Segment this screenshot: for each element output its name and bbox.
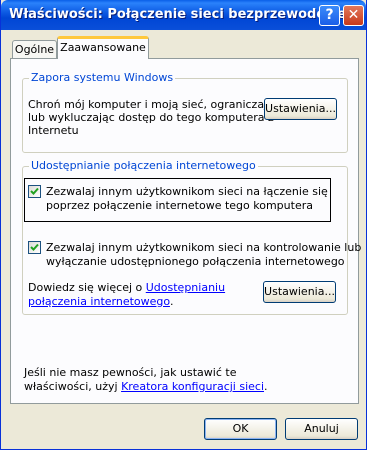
firewall-description-line-2: lub wykluczając dostęp do tego komputera…	[28, 111, 274, 124]
footer-line-2: właściwości, użyj Kreatora konfiguracji …	[24, 380, 268, 393]
cancel-button[interactable]: Anuluj	[285, 418, 358, 440]
firewall-group: Zapora systemu Windows Chroń mój kompute…	[22, 71, 348, 153]
learn-more-line-2: połączenia internetowego.	[28, 295, 173, 308]
firewall-description-line-1: Chroń mój komputer i moją sieć, ogranicz…	[28, 98, 280, 111]
allow-connect-checkbox[interactable]	[28, 185, 41, 198]
ok-button[interactable]: OK	[204, 418, 277, 440]
window-title: Właściwości: Połączenie sieci bezprzewod…	[9, 7, 351, 22]
learn-more-prefix: Dowiedz się więcej o	[28, 281, 146, 294]
tab-general[interactable]: Ogólne	[12, 40, 57, 58]
close-button[interactable]: ✕	[343, 5, 364, 26]
ics-help-link-cont[interactable]: połączenia internetowego	[28, 295, 170, 308]
allow-control-checkbox[interactable]	[28, 241, 41, 254]
properties-dialog: Właściwości: Połączenie sieci bezprzewod…	[0, 0, 367, 450]
footer-prefix: właściwości, użyj	[24, 380, 122, 393]
checkmark-icon	[30, 187, 39, 195]
network-wizard-link[interactable]: Kreatora konfiguracji sieci	[121, 380, 264, 393]
allow-control-label-line-2[interactable]: wyłączanie udostępnionego połączenia int…	[46, 255, 345, 268]
ics-settings-button[interactable]: Ustawienia...	[263, 281, 336, 303]
ics-help-link[interactable]: Udostępnianiu	[146, 281, 225, 294]
learn-more-suffix: .	[169, 295, 174, 308]
checkmark-icon	[30, 243, 39, 251]
tab-panel-advanced: Zapora systemu Windows Chroń mój kompute…	[10, 58, 361, 404]
help-button[interactable]: ?	[319, 5, 340, 26]
allow-connect-label-line-2[interactable]: poprzez połączenie internetowe tego komp…	[46, 199, 313, 212]
firewall-group-label: Zapora systemu Windows	[29, 71, 176, 84]
ics-group: Udostępnianie połączenia internetowego Z…	[22, 159, 361, 315]
footer-line-1: Jeśli nie masz pewności, jak ustawić te	[24, 366, 237, 379]
learn-more-line-1: Dowiedz się więcej o Udostępnianiu	[28, 281, 225, 294]
allow-connect-label-line-1[interactable]: Zezwalaj innym użytkownikom sieci na łąc…	[46, 185, 328, 198]
firewall-description-line-3: Internetu	[28, 124, 79, 137]
tab-advanced[interactable]: Zaawansowane	[57, 36, 149, 59]
allow-control-label-line-1[interactable]: Zezwalaj innym użytkownikom sieci na kon…	[46, 241, 361, 254]
title-bar[interactable]: Właściwości: Połączenie sieci bezprzewod…	[1, 0, 366, 30]
firewall-settings-button[interactable]: Ustawienia...	[264, 98, 337, 120]
footer-suffix: .	[264, 380, 268, 393]
ics-group-label: Udostępnianie połączenia internetowego	[29, 159, 258, 172]
